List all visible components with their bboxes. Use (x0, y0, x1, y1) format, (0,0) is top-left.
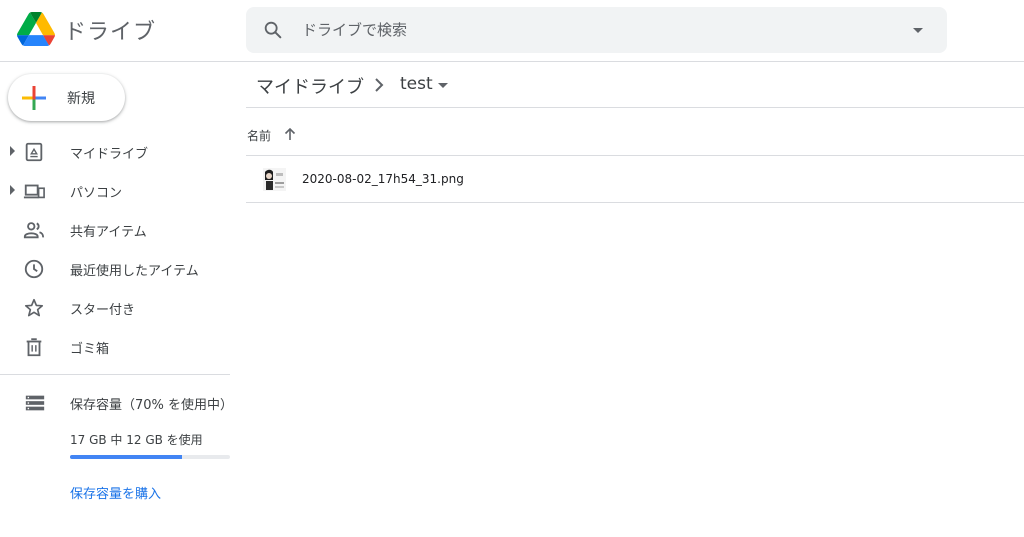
column-header-name[interactable]: 名前 (247, 127, 271, 144)
plus-icon (22, 86, 46, 110)
search-options-dropdown-icon[interactable] (908, 20, 928, 40)
shared-people-icon (23, 222, 45, 239)
breadcrumb-current-folder[interactable]: test (400, 74, 433, 94)
storage-progress-fill (70, 455, 182, 459)
sidebar-divider (0, 374, 230, 375)
clock-icon (24, 259, 44, 279)
new-button-label: 新規 (67, 91, 95, 107)
storage-progress-bar (70, 455, 230, 459)
sidebar-item-recent[interactable]: 最近使用したアイテム (0, 249, 240, 288)
search-bar[interactable] (246, 7, 947, 53)
sort-ascending-arrow-icon[interactable] (283, 127, 297, 141)
storage-title: 保存容量（70% を使用中） (70, 398, 234, 413)
file-list-header: 名前 (246, 109, 1024, 156)
drive-logo-icon[interactable] (17, 12, 55, 46)
sidebar-item-label: マイドライブ (70, 147, 149, 162)
sidebar-item-my-drive[interactable]: マイドライブ (0, 132, 240, 171)
storage-usage-text: 17 GB 中 12 GB を使用 (70, 433, 203, 447)
star-icon (24, 298, 44, 317)
image-thumbnail-icon (263, 168, 286, 191)
file-name: 2020-08-02_17h54_31.png (302, 172, 464, 186)
sidebar-item-label: ゴミ箱 (70, 342, 110, 357)
breadcrumb: マイドライブ test (246, 63, 1024, 108)
sidebar-nav: マイドライブ パソコン 共有アイテム 最近使用したアイテム スター付き ゴミ箱 (0, 132, 240, 366)
chevron-right-icon (375, 78, 384, 92)
sidebar-item-computers[interactable]: パソコン (0, 171, 240, 210)
new-button[interactable]: 新規 (8, 74, 125, 121)
expand-arrow-icon[interactable] (9, 146, 17, 156)
search-input[interactable] (302, 7, 882, 53)
folder-menu-dropdown-icon[interactable] (437, 82, 449, 90)
computers-icon (23, 184, 45, 199)
top-bar: ドライブ (0, 0, 1024, 62)
sidebar-item-label: スター付き (70, 303, 136, 318)
trash-icon (26, 338, 42, 357)
breadcrumb-my-drive[interactable]: マイドライブ (256, 73, 364, 99)
app-title[interactable]: ドライブ (64, 14, 156, 46)
file-row[interactable]: 2020-08-02_17h54_31.png (246, 157, 1024, 203)
sidebar-item-starred[interactable]: スター付き (0, 288, 240, 327)
sidebar-item-shared[interactable]: 共有アイテム (0, 210, 240, 249)
buy-storage-link[interactable]: 保存容量を購入 (70, 483, 161, 502)
sidebar-item-label: 共有アイテム (70, 225, 147, 240)
my-drive-icon (25, 142, 43, 162)
sidebar-item-label: 最近使用したアイテム (70, 264, 199, 279)
storage-icon (25, 395, 45, 411)
search-icon[interactable] (262, 19, 284, 41)
sidebar-item-label: パソコン (70, 186, 123, 201)
sidebar-item-trash[interactable]: ゴミ箱 (0, 327, 240, 366)
expand-arrow-icon[interactable] (9, 185, 17, 195)
